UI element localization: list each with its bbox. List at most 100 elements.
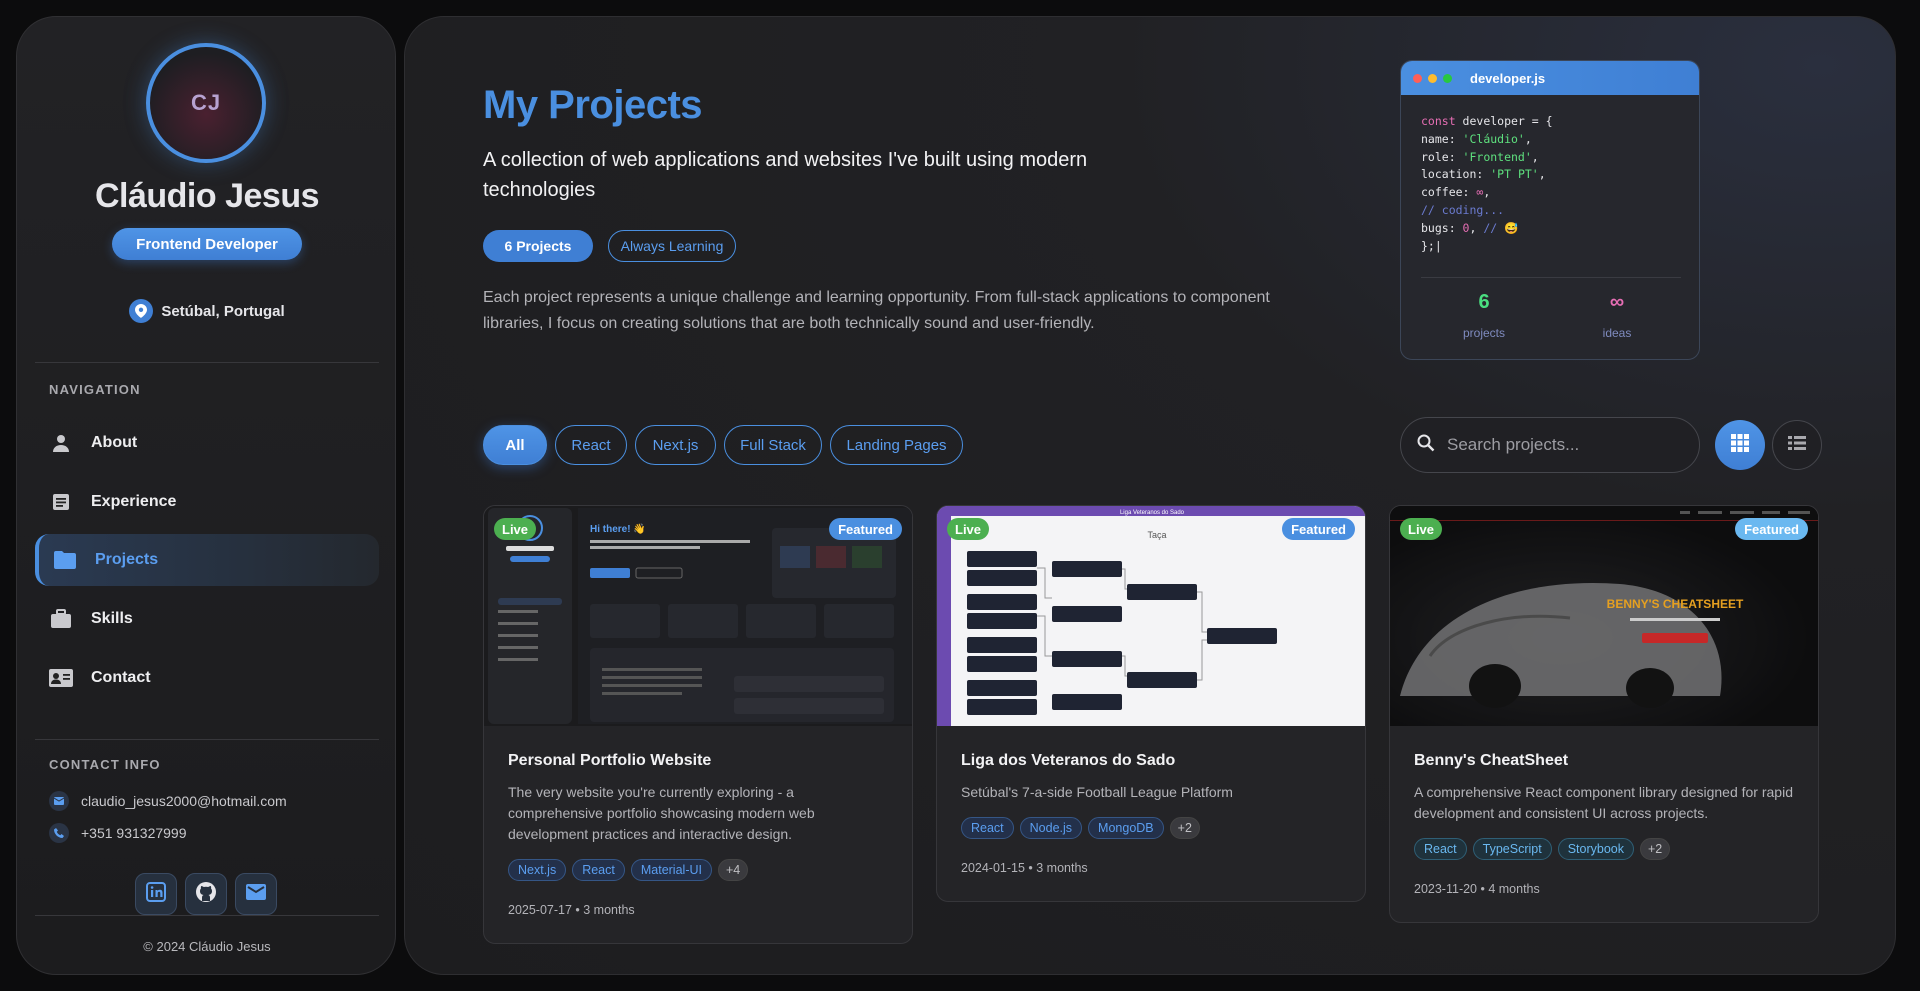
contact-phone[interactable]: +351 931327999 xyxy=(49,823,187,843)
sidebar-item-label: About xyxy=(91,434,138,451)
project-thumbnail: Hi there! 👋 Live Featured xyxy=(484,506,912,726)
project-title: Benny's CheatSheet xyxy=(1414,752,1569,769)
tech-tag: Next.js xyxy=(508,859,567,881)
tech-tag: Storybook xyxy=(1557,838,1634,860)
tag-list: Next.js React Material-UI +4 xyxy=(508,859,888,881)
project-card[interactable]: Hi there! 👋 Live Featured Personal Portf… xyxy=(483,505,913,944)
search-input[interactable] xyxy=(1447,435,1677,455)
maximize-dot-icon xyxy=(1443,73,1452,83)
project-thumbnail: Liga Veteranos do Sado Taça Live Feature… xyxy=(937,506,1365,726)
code-token: bugs: xyxy=(1421,220,1463,235)
profile-name: Cláudio Jesus xyxy=(94,177,320,215)
person-icon xyxy=(49,431,73,455)
filter-full-stack[interactable]: Full Stack xyxy=(724,425,822,465)
phone-icon xyxy=(49,823,69,843)
code-token: name: xyxy=(1421,131,1463,146)
search-icon xyxy=(1417,434,1435,457)
tech-tag: Node.js xyxy=(1019,817,1083,839)
page-description: Each project represents a unique challen… xyxy=(483,289,1270,332)
filter-nextjs[interactable]: Next.js xyxy=(635,425,716,465)
divider xyxy=(35,915,379,916)
page-subtitle: A collection of web applications and web… xyxy=(483,149,1088,201)
page-title: My Projects xyxy=(483,83,703,127)
code-token: , xyxy=(1524,131,1532,146)
project-thumbnail: BENNY'S CHEATSHEET Live Featured xyxy=(1390,506,1818,726)
sidebar-item-projects[interactable]: Projects xyxy=(35,534,379,586)
code-token: const xyxy=(1421,114,1456,128)
project-description: Setúbal's 7-a-side Football League Platf… xyxy=(961,784,1233,800)
location: Setúbal, Portugal xyxy=(17,299,395,323)
project-card[interactable]: Liga Veteranos do Sado Taça Live Feature… xyxy=(936,505,1366,902)
tag-list: React Node.js MongoDB +2 xyxy=(961,817,1341,839)
navigation-label: NAVIGATION xyxy=(49,382,141,397)
contact-info-label: CONTACT INFO xyxy=(49,757,161,772)
linkedin-button[interactable] xyxy=(135,873,177,915)
sidebar-item-label: Projects xyxy=(95,551,159,568)
developer-code-card: developer.js const developer = { name: '… xyxy=(1400,60,1700,360)
location-pin-icon xyxy=(129,299,154,323)
divider xyxy=(35,362,379,363)
featured-badge: Featured xyxy=(1282,518,1355,540)
project-count-badge: 6 Projects xyxy=(483,230,593,262)
thumbnail-text: BENNY'S CHEATSHEET xyxy=(1607,597,1744,611)
more-tags-badge: +4 xyxy=(717,859,749,881)
code-token: , xyxy=(1538,167,1546,182)
tag-list: React TypeScript Storybook +2 xyxy=(1414,838,1794,860)
sidebar-item-label: Contact xyxy=(91,669,151,686)
thumbnail-text: Liga Veteranos do Sado xyxy=(1120,510,1185,516)
copyright: © 2024 Cláudio Jesus xyxy=(143,939,271,954)
contact-phone-text: +351 931327999 xyxy=(81,825,187,841)
sidebar-item-contact[interactable]: Contact xyxy=(35,652,379,704)
main-content: My Projects A collection of web applicat… xyxy=(404,16,1896,975)
mail-icon xyxy=(49,791,69,811)
project-date: 2025-07-17 • 3 months xyxy=(508,903,635,917)
github-icon xyxy=(195,881,217,908)
filter-all[interactable]: All xyxy=(483,425,547,465)
code-token: , xyxy=(1483,185,1491,200)
contact-email-text: claudio_jesus2000@hotmail.com xyxy=(81,793,287,809)
stat-value: ∞ xyxy=(1609,291,1625,313)
code-token: developer = { xyxy=(1455,114,1553,128)
code-token: };| xyxy=(1421,238,1442,253)
featured-badge: Featured xyxy=(829,518,902,540)
filter-landing-pages[interactable]: Landing Pages xyxy=(830,425,963,465)
stat-value: 6 xyxy=(1478,291,1490,313)
tech-tag: React xyxy=(961,817,1014,839)
avatar[interactable]: CJ xyxy=(146,43,266,163)
sidebar-item-about[interactable]: About xyxy=(35,417,379,469)
code-token: , xyxy=(1531,149,1539,164)
avatar-initials: CJ xyxy=(190,90,222,115)
search-box[interactable] xyxy=(1400,417,1700,473)
list-view-button[interactable] xyxy=(1772,420,1822,470)
filter-react[interactable]: React xyxy=(555,425,627,465)
code-token: role: xyxy=(1421,149,1463,164)
tech-tag: TypeScript xyxy=(1472,838,1552,860)
stat-label: ideas xyxy=(1602,326,1632,340)
project-title: Personal Portfolio Website xyxy=(508,752,712,769)
tech-tag: Material-UI xyxy=(630,859,712,881)
divider xyxy=(1421,277,1681,278)
code-token: 'Frontend' xyxy=(1462,149,1532,164)
grid-view-button[interactable] xyxy=(1715,420,1765,470)
project-date: 2023-11-20 • 4 months xyxy=(1414,882,1540,896)
project-card[interactable]: BENNY'S CHEATSHEET Live Featured Benny's… xyxy=(1389,505,1819,923)
sidebar-item-label: Skills xyxy=(91,610,133,627)
stat-ideas: ∞ ideas xyxy=(1552,291,1682,340)
briefcase-icon xyxy=(49,607,73,631)
sidebar-item-skills[interactable]: Skills xyxy=(35,593,379,645)
grid-view-icon xyxy=(1730,433,1750,458)
always-learning-badge: Always Learning xyxy=(608,230,736,262)
featured-badge: Featured xyxy=(1735,518,1808,540)
project-description: The very website you're currently explor… xyxy=(508,784,815,842)
code-token: 'Cláudio' xyxy=(1462,131,1525,146)
tech-tag: React xyxy=(572,859,625,881)
sidebar-item-experience[interactable]: Experience xyxy=(35,476,379,528)
github-button[interactable] xyxy=(185,873,227,915)
code-token: coffee: xyxy=(1421,185,1477,200)
more-tags-badge: +2 xyxy=(1640,838,1671,860)
contact-email[interactable]: claudio_jesus2000@hotmail.com xyxy=(49,791,287,811)
document-icon xyxy=(49,490,73,514)
live-badge: Live xyxy=(494,518,537,540)
code-token: , xyxy=(1469,220,1484,235)
email-button[interactable] xyxy=(235,873,277,915)
